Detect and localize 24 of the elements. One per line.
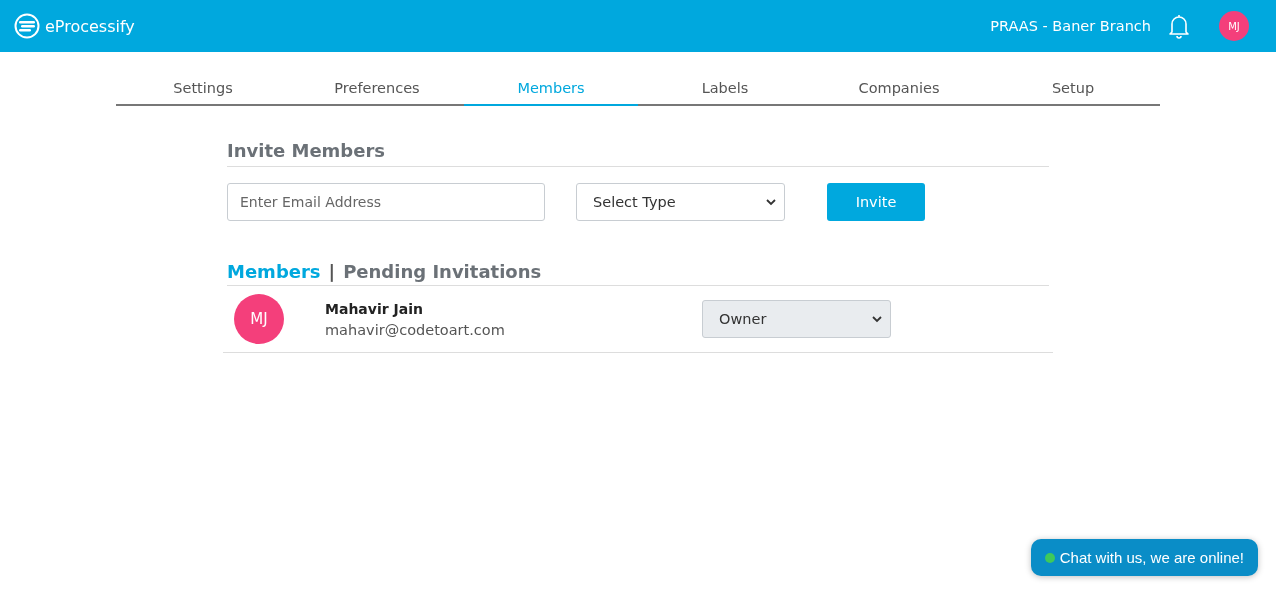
members-tab[interactable]: Pending Invitations [343, 261, 542, 282]
separator: | [328, 261, 336, 282]
branch-name[interactable]: PRAAS - Baner Branch [990, 18, 1151, 34]
tab[interactable]: Preferences [290, 80, 464, 106]
chat-widget[interactable]: Chat with us, we are online! [1030, 539, 1258, 576]
tab[interactable]: Labels [638, 80, 812, 106]
type-select[interactable]: Select Type [576, 183, 785, 221]
invite-button[interactable]: Invite [827, 183, 925, 221]
bell-icon[interactable] [1167, 13, 1191, 39]
logo-icon [14, 13, 40, 39]
member-avatar: MJ [234, 294, 284, 344]
members-tab[interactable]: Members [227, 261, 321, 282]
tab[interactable]: Members [464, 80, 638, 106]
tab[interactable]: Companies [812, 80, 986, 106]
tab[interactable]: Settings [116, 80, 290, 106]
member-name: Mahavir Jain [325, 300, 424, 317]
user-avatar[interactable]: MJ [1219, 11, 1249, 41]
tab[interactable]: Setup [986, 80, 1160, 106]
member-email: mahavir@codetoart.com [325, 321, 506, 338]
brand-name[interactable]: eProcessify [45, 16, 135, 36]
section-title: Invite Members [227, 140, 1049, 167]
email-field[interactable]: Enter Email Address [227, 183, 545, 221]
caret-icon [872, 315, 882, 323]
caret-icon [766, 198, 776, 206]
